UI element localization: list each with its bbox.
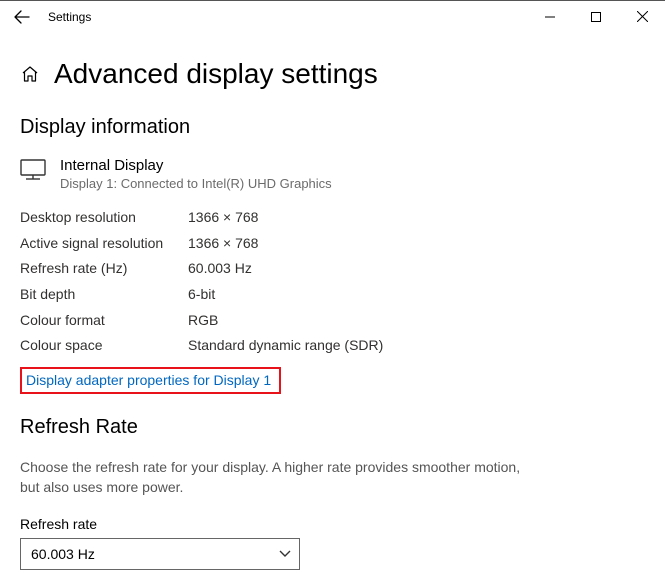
section-display-info: Display information: [20, 116, 645, 139]
monitor-icon: [20, 159, 46, 186]
info-value: 1366 × 768: [188, 233, 258, 255]
refresh-rate-dropdown[interactable]: 60.003 Hz: [20, 538, 300, 570]
info-row: Colour spaceStandard dynamic range (SDR): [20, 333, 645, 359]
info-value: 6-bit: [188, 284, 215, 306]
refresh-rate-label: Refresh rate: [20, 516, 645, 532]
home-icon: [21, 65, 39, 83]
content-area: Advanced display settings Display inform…: [0, 58, 665, 580]
minimize-button[interactable]: [527, 1, 573, 33]
info-key: Colour format: [20, 310, 188, 332]
info-row: Colour formatRGB: [20, 308, 645, 334]
info-key: Colour space: [20, 335, 188, 357]
section-refresh-rate: Refresh Rate: [20, 416, 645, 439]
info-key: Desktop resolution: [20, 207, 188, 229]
display-name: Internal Display: [60, 157, 332, 174]
info-row: Refresh rate (Hz)60.003 Hz: [20, 256, 645, 282]
refresh-rate-description: Choose the refresh rate for your display…: [20, 457, 540, 498]
home-button[interactable]: [20, 64, 40, 84]
refresh-rate-value: 60.003 Hz: [31, 546, 95, 562]
page-title: Advanced display settings: [54, 58, 378, 90]
info-key: Active signal resolution: [20, 233, 188, 255]
back-button[interactable]: [0, 1, 44, 33]
info-value: 1366 × 768: [188, 207, 258, 229]
display-info-table: Desktop resolution1366 × 768 Active sign…: [20, 205, 645, 359]
info-key: Bit depth: [20, 284, 188, 306]
maximize-icon: [591, 12, 601, 22]
info-value: Standard dynamic range (SDR): [188, 335, 383, 357]
info-value: RGB: [188, 310, 218, 332]
info-row: Desktop resolution1366 × 768: [20, 205, 645, 231]
close-button[interactable]: [619, 1, 665, 33]
info-value: 60.003 Hz: [188, 258, 252, 280]
window-title: Settings: [44, 10, 91, 24]
maximize-button[interactable]: [573, 1, 619, 33]
info-row: Active signal resolution1366 × 768: [20, 231, 645, 257]
minimize-icon: [545, 12, 555, 22]
display-block: Internal Display Display 1: Connected to…: [20, 157, 645, 191]
titlebar: Settings: [0, 0, 665, 32]
close-icon: [637, 11, 648, 22]
display-subtitle: Display 1: Connected to Intel(R) UHD Gra…: [60, 176, 332, 191]
info-key: Refresh rate (Hz): [20, 258, 188, 280]
display-adapter-link[interactable]: Display adapter properties for Display 1: [20, 367, 281, 394]
chevron-down-icon: [279, 547, 291, 561]
info-row: Bit depth6-bit: [20, 282, 645, 308]
arrow-left-icon: [14, 9, 30, 25]
